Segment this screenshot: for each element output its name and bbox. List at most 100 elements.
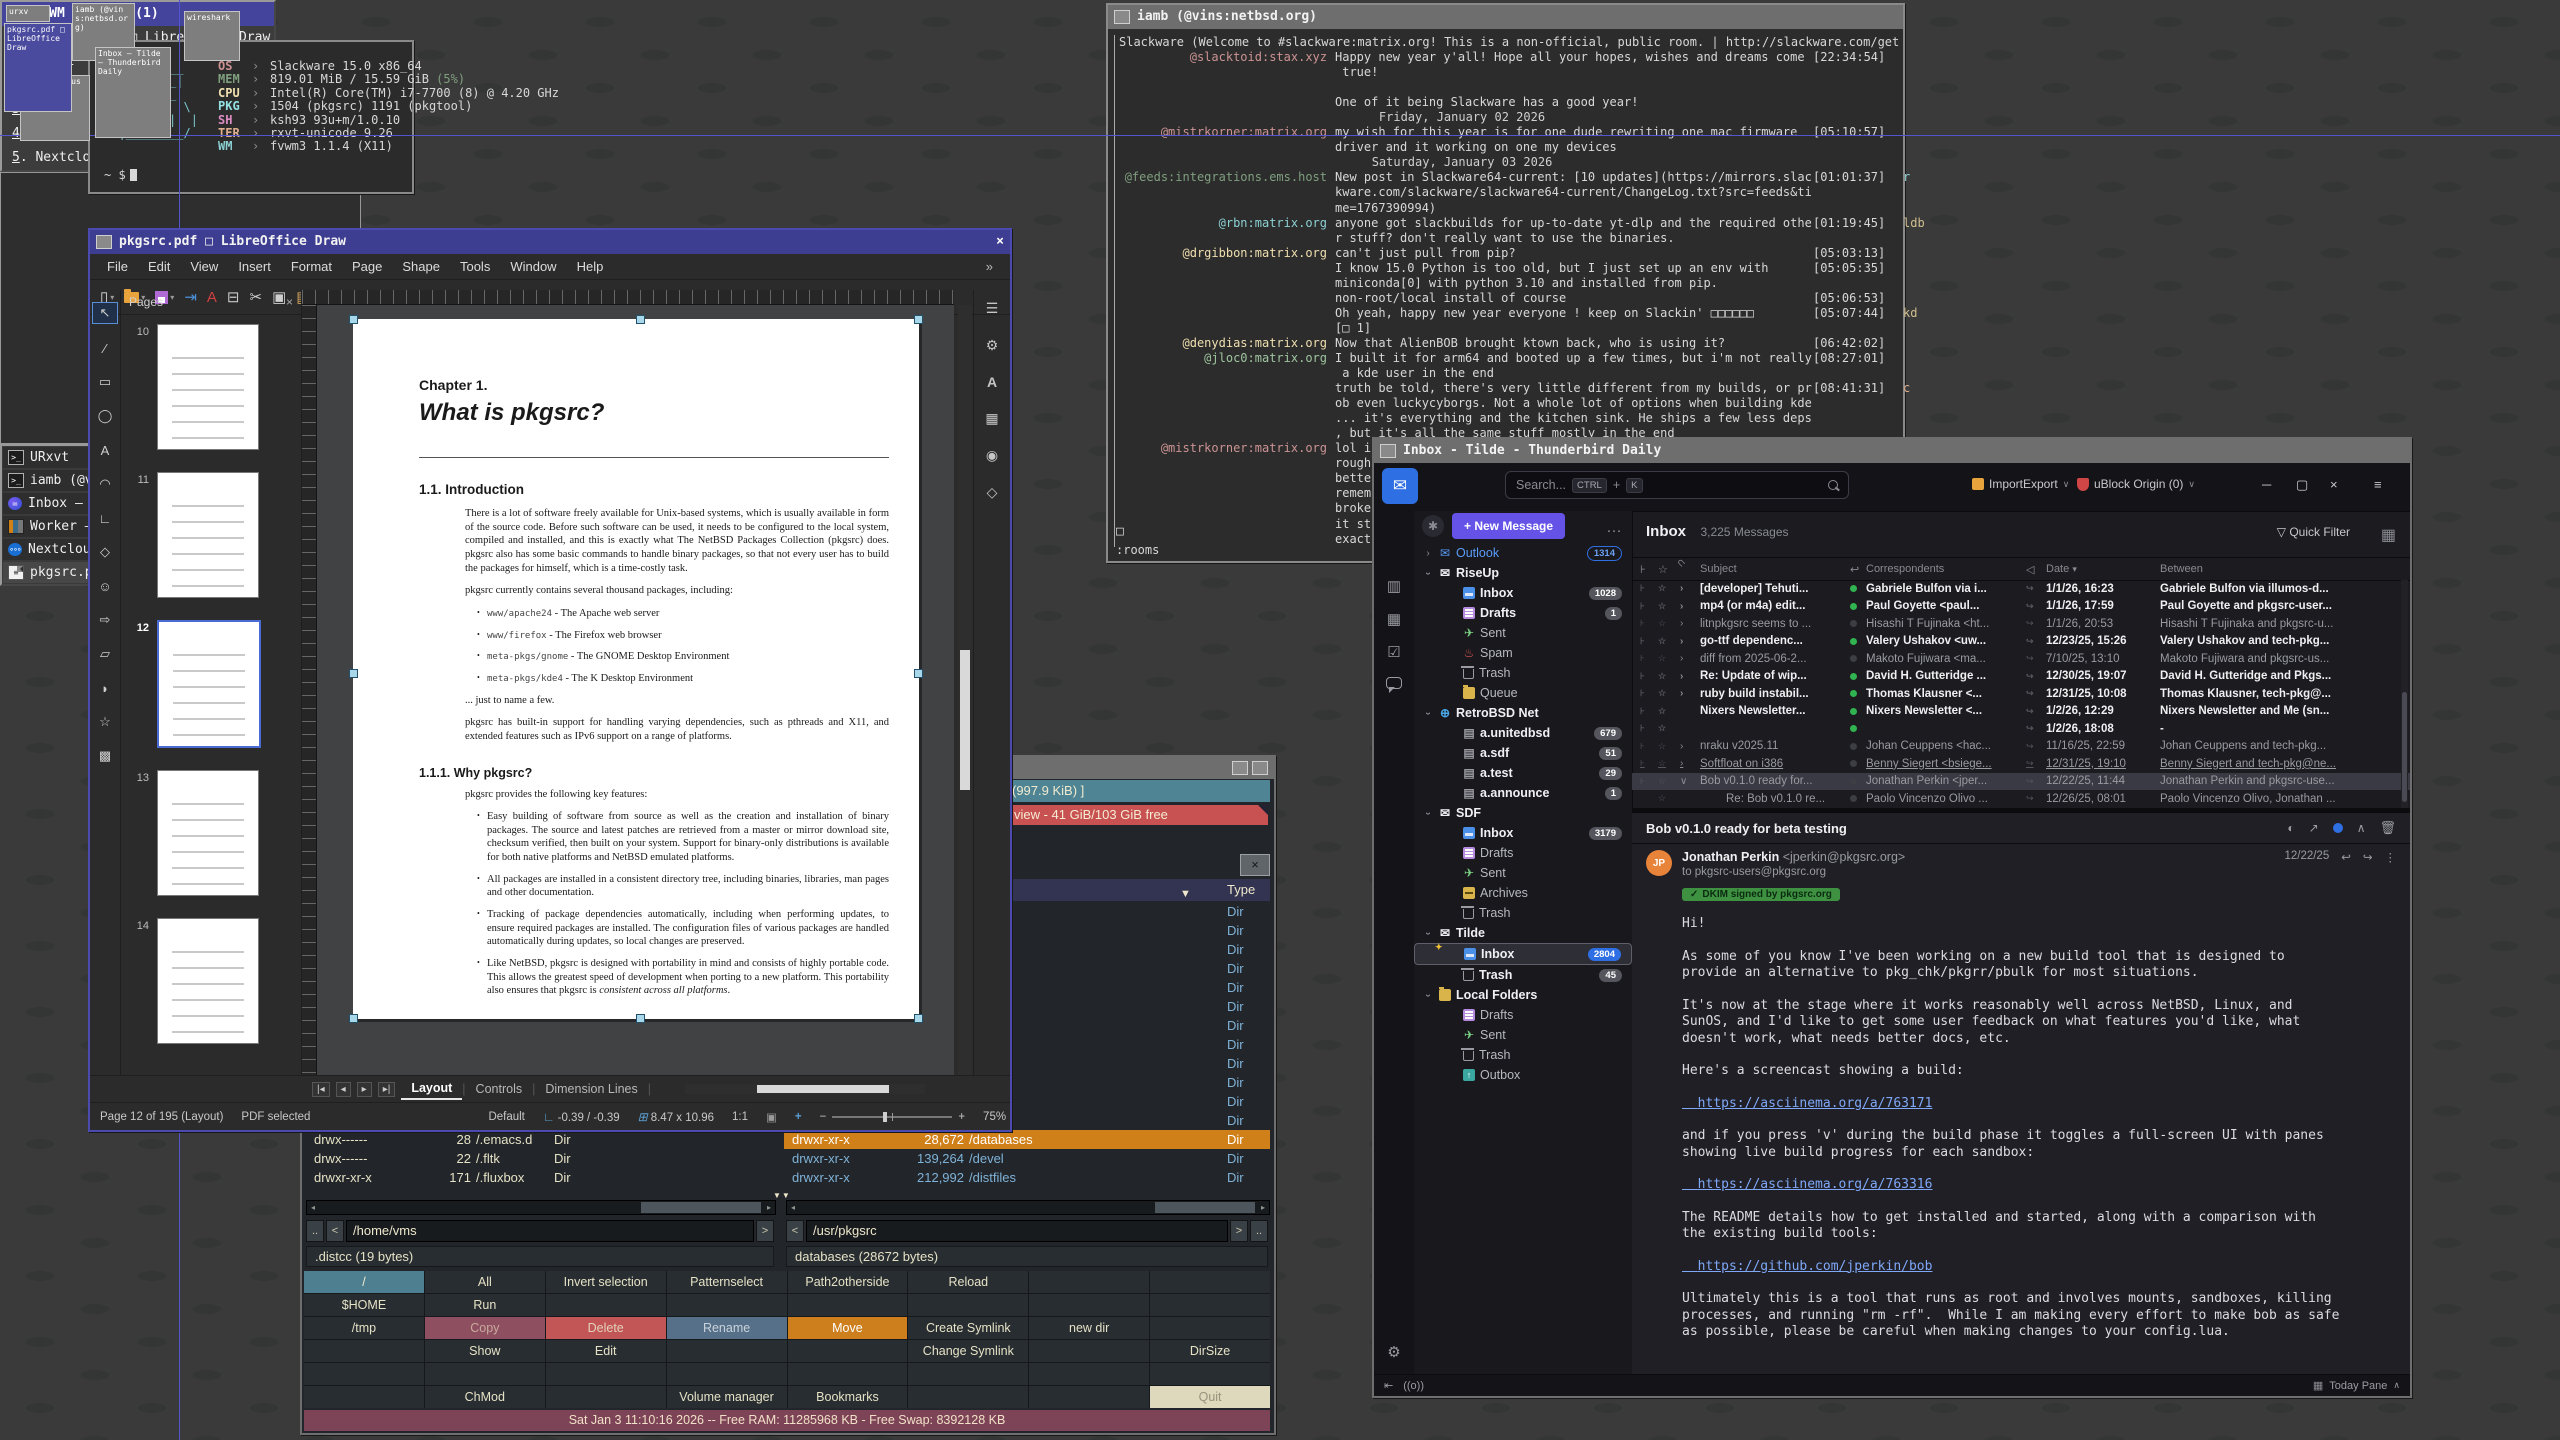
selection-handle[interactable]	[914, 669, 923, 678]
selection-handle[interactable]	[349, 669, 358, 678]
worker-button-copy[interactable]: Copy	[425, 1317, 545, 1339]
worker-button-quit[interactable]: Quit	[1150, 1386, 1270, 1408]
scrollbar-thumb[interactable]	[757, 1085, 889, 1093]
close-icon[interactable]: ×	[2330, 477, 2338, 492]
window-menu-button[interactable]	[1380, 444, 1396, 458]
menu-shape[interactable]: Shape	[393, 257, 449, 276]
folder-row-trash[interactable]: Trash	[1414, 1045, 1632, 1065]
message-row[interactable]: ⊦☆›go-ttf dependenc...Valery Ushakov <uw…	[1632, 633, 2410, 651]
worker-button-dirsize[interactable]: DirSize	[1150, 1340, 1270, 1362]
more-actions-icon[interactable]: ⋮	[2385, 850, 2397, 864]
worker-button-all[interactable]: All	[425, 1271, 545, 1293]
vertical-ruler[interactable]	[302, 305, 317, 1076]
folder-row-inbox[interactable]: Inbox3179	[1414, 823, 1632, 843]
message-row[interactable]: ⊦☆∨Bob v0.1.0 ready for...Jonathan Perki…	[1632, 773, 2410, 791]
iconify-button[interactable]	[1232, 761, 1248, 775]
scale-indicator[interactable]: 1:1	[732, 1111, 748, 1123]
folder-row-trash[interactable]: Trash	[1414, 903, 1632, 923]
worker-button-empty[interactable]	[1029, 1363, 1149, 1385]
history-back-button[interactable]: <	[786, 1220, 804, 1242]
expander-icon[interactable]: ›	[1423, 567, 1434, 579]
libreoffice-titlebar[interactable]: pkgsrc.pdf □ LibreOffice Draw ×	[90, 230, 1010, 254]
folder-row-a-announce[interactable]: ▤a.announce1	[1414, 783, 1632, 803]
right-pane-hscrollbar[interactable]: ◂ ▸	[786, 1200, 1270, 1215]
message-row[interactable]: ⊦☆›Re: Update of wip...David H. Gutterid…	[1632, 668, 2410, 686]
folder-row-inbox[interactable]: ✦Inbox2804	[1414, 943, 1632, 965]
worker-button-empty[interactable]	[667, 1340, 787, 1362]
worker-button-empty[interactable]	[304, 1340, 424, 1362]
page-thumbnail[interactable]: 14	[131, 918, 301, 1044]
tasks-icon[interactable]: ☑	[1384, 643, 1404, 663]
iamb-command-line[interactable]: :rooms	[1116, 543, 1159, 557]
message-row[interactable]: ⊦☆›[developer] Tehuti...Gabriele Bulfon …	[1632, 580, 2410, 598]
styles-icon[interactable]: A	[987, 374, 997, 390]
worker-button-empty[interactable]	[546, 1363, 666, 1385]
selection-handle[interactable]	[636, 1014, 645, 1023]
open-link-icon[interactable]: ↗	[2309, 821, 2319, 835]
parent-dir-button[interactable]: ..	[306, 1220, 324, 1242]
star-icon[interactable]: ☆	[1658, 741, 1674, 752]
delete-message-icon[interactable]: 🗑︎	[2379, 820, 2396, 836]
worker-button-empty[interactable]	[908, 1363, 1028, 1385]
thread-expand-icon[interactable]: ›	[1674, 741, 1700, 752]
zoom-slider-thumb[interactable]	[883, 1112, 887, 1122]
collapse-folderpane-icon[interactable]: ⇤	[1384, 1379, 1393, 1392]
calendar-icon[interactable]: ▦	[1384, 610, 1404, 630]
pager-mini-window[interactable]: Inbox – Tilde – Thunderbird Daily	[95, 47, 171, 138]
worker-button-path2otherside[interactable]: Path2otherside	[788, 1271, 908, 1293]
worker-button-empty[interactable]	[1150, 1271, 1270, 1293]
star-icon[interactable]: ☆	[1658, 653, 1674, 664]
message-row[interactable]: ⊦☆›nraku v2025.11Johan Ceuppens <hac...↪…	[1632, 738, 2410, 756]
scrollbar-thumb[interactable]	[960, 650, 970, 790]
folder-row-drafts[interactable]: Drafts	[1414, 1005, 1632, 1025]
menu-file[interactable]: File	[98, 257, 137, 276]
worker-button-empty[interactable]	[425, 1363, 545, 1385]
thread-expand-icon[interactable]: ∨	[1674, 776, 1700, 787]
message-row[interactable]: ⊦☆Nixers Newsletter...Nixers Newsletter …	[1632, 703, 2410, 721]
tab-dimension-lines[interactable]: Dimension Lines	[535, 1079, 647, 1099]
selection-handle[interactable]	[349, 315, 358, 324]
worker-button--tmp[interactable]: /tmp	[304, 1317, 424, 1339]
history-forward-button[interactable]: >	[756, 1220, 774, 1242]
worker-button-new-dir[interactable]: new dir	[1029, 1317, 1149, 1339]
worker-button-chmod[interactable]: ChMod	[425, 1386, 545, 1408]
folder-pane-options-icon[interactable]: …	[1606, 519, 1622, 537]
worker-button-change-symlink[interactable]: Change Symlink	[908, 1340, 1028, 1362]
folder-row-trash[interactable]: Trash	[1414, 663, 1632, 683]
folder-row-sent[interactable]: ✈Sent	[1414, 623, 1632, 643]
last-page-button[interactable]: ▸|	[378, 1082, 396, 1097]
basic-shapes-icon[interactable]: ◇	[93, 542, 117, 562]
file-row[interactable]: drwxr-xr-x139,264/develDir	[784, 1149, 1270, 1168]
worker-button-empty[interactable]	[304, 1363, 424, 1385]
menu-help[interactable]: Help	[568, 257, 613, 276]
pdf-page[interactable]: Chapter 1.What is pkgsrc?1.1. Introducti…	[353, 319, 919, 1019]
chat-icon[interactable]	[1384, 676, 1404, 696]
restore-icon[interactable]: ▢	[2296, 477, 2308, 493]
ellipse-tool-icon[interactable]: ◯	[93, 406, 117, 426]
message-row[interactable]: ⊦☆›diff from 2025-06-2...Makoto Fujiwara…	[1632, 650, 2410, 668]
shapes-icon[interactable]: ◇	[987, 484, 998, 501]
reply-icon[interactable]: ↩	[2341, 850, 2351, 864]
file-row[interactable]: drwxr-xr-x28,672/databasesDir	[784, 1130, 1270, 1149]
thread-expand-icon[interactable]: ›	[1674, 583, 1700, 594]
worker-button-empty[interactable]	[908, 1386, 1028, 1408]
tab-layout[interactable]: Layout	[401, 1078, 462, 1100]
sidebar-settings-icon[interactable]: ☰	[986, 300, 999, 317]
thread-expand-icon[interactable]: ›	[1674, 671, 1700, 682]
fit-page-icon[interactable]: +	[795, 1111, 802, 1123]
worker-button-bookmarks[interactable]: Bookmarks	[788, 1386, 908, 1408]
star-icon[interactable]: ☆	[1658, 758, 1674, 769]
message-list-columns[interactable]: ⊦ ☆ ⊂ Subject ↩ Correspondents ◁ Date ▾ …	[1632, 557, 2410, 581]
message-link[interactable]: https://github.com/jperkin/bob	[1682, 1259, 2382, 1276]
folder-row-drafts[interactable]: Drafts1	[1414, 603, 1632, 623]
menu-page[interactable]: Page	[343, 257, 391, 276]
worker-button-empty[interactable]	[1029, 1386, 1149, 1408]
folder-row-a-sdf[interactable]: ▤a.sdf51	[1414, 743, 1632, 763]
canvas-hscrollbar[interactable]	[685, 1084, 925, 1094]
gallery-icon[interactable]: ▦	[985, 410, 998, 427]
page-thumbnail-image[interactable]	[157, 620, 261, 748]
block-arrows-icon[interactable]: ⇨	[93, 610, 117, 630]
folder-row-spam[interactable]: ♨Spam	[1414, 643, 1632, 663]
page-thumbnail[interactable]: 12	[131, 620, 301, 748]
message-list-display-options-icon[interactable]: ▦	[2381, 525, 2396, 545]
